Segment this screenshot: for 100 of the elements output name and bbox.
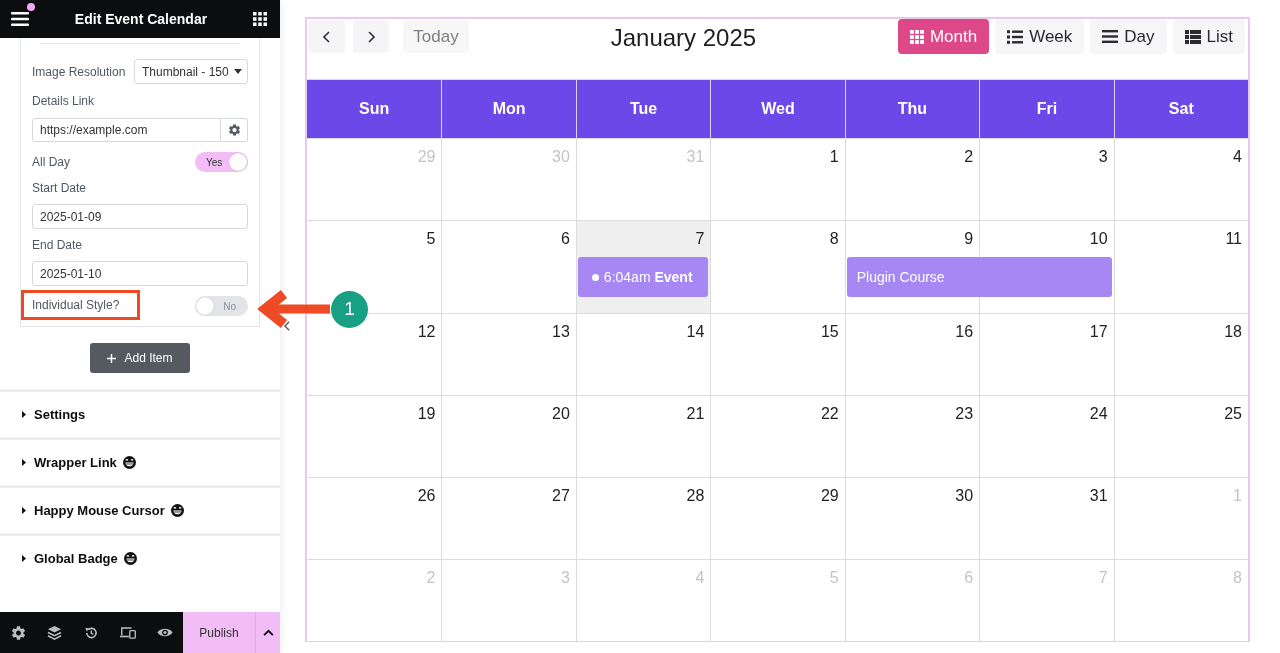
- day-number: 14: [686, 322, 705, 342]
- field-label: All Day: [32, 155, 70, 169]
- day-number: 17: [1089, 322, 1108, 342]
- field-label: End Date: [32, 238, 84, 252]
- day-number: 27: [552, 486, 570, 506]
- field-label: Image Resolution: [32, 64, 126, 79]
- day-number: 31: [1089, 486, 1108, 506]
- toggle-switch[interactable]: Yes: [195, 152, 248, 172]
- grid-icon: [909, 29, 924, 44]
- day-number: 20: [552, 404, 570, 424]
- view-button[interactable]: Month: [897, 19, 990, 54]
- day-number: 26: [417, 486, 436, 506]
- lines-icon: [1102, 30, 1119, 43]
- day-number: 28: [686, 486, 705, 506]
- day-number: 4: [695, 568, 705, 588]
- section-header[interactable]: Happy Mouse Cursor: [0, 485, 280, 533]
- day-number: 8: [829, 229, 839, 249]
- event-label: 6:04am Event: [603, 267, 693, 287]
- view-button[interactable]: Week: [995, 19, 1085, 54]
- day-number: 3: [1098, 147, 1108, 167]
- section-header[interactable]: Wrapper Link: [0, 437, 280, 485]
- day-number: 6: [560, 229, 570, 249]
- add-item-button[interactable]: Add Item: [90, 343, 190, 373]
- weekday-header: Sat: [1113, 80, 1248, 138]
- today-button[interactable]: Today: [403, 20, 469, 53]
- layers-icon[interactable]: [47, 625, 63, 640]
- day-number: 21: [686, 404, 705, 424]
- previous-month-button[interactable]: [308, 20, 345, 53]
- caret-right-icon: [22, 555, 26, 562]
- apps-grid-icon[interactable]: [253, 12, 267, 26]
- day-number: 6: [964, 568, 974, 588]
- day-number: 2: [964, 147, 974, 167]
- section-header[interactable]: Settings: [0, 389, 280, 437]
- day-number: 8: [1233, 568, 1242, 588]
- day-number: 12: [417, 322, 436, 342]
- day-number: 29: [820, 486, 839, 506]
- select-field[interactable]: Thumbnail - 150: [134, 59, 248, 84]
- panel-title: Edit Event Calendar: [74, 9, 208, 29]
- day-number: 31: [686, 147, 705, 167]
- weekday-header: Thu: [844, 80, 980, 138]
- day-number: 11: [1225, 229, 1242, 249]
- day-number: 3: [560, 568, 570, 588]
- weekday-header: Sun: [307, 80, 442, 138]
- day-number: 7: [695, 229, 705, 249]
- weekday-header: Fri: [979, 80, 1114, 138]
- collapse-panel-icon[interactable]: [284, 321, 290, 331]
- day-number: 7: [1098, 568, 1108, 588]
- day-number: 29: [417, 147, 436, 167]
- day-number: 13: [552, 322, 570, 342]
- chevron-right-icon: [367, 30, 375, 43]
- section-header[interactable]: Global Badge: [0, 533, 280, 581]
- day-number: 2: [426, 568, 436, 588]
- settings-icon[interactable]: [11, 625, 25, 640]
- table-list-icon: [1184, 29, 1201, 44]
- caret-right-icon: [22, 507, 26, 514]
- field-label: Start Date: [32, 181, 88, 195]
- menu-icon[interactable]: [11, 12, 29, 26]
- calendar-title: January 2025: [610, 23, 757, 53]
- day-number: 4: [1233, 147, 1242, 167]
- url-input[interactable]: https://example.com: [32, 118, 222, 142]
- day-number: 9: [964, 229, 974, 249]
- next-month-button[interactable]: [353, 20, 389, 53]
- day-number: 24: [1089, 404, 1108, 424]
- view-button[interactable]: List: [1172, 19, 1245, 54]
- weekday-header: Mon: [441, 80, 576, 138]
- date-input[interactable]: 2025-01-10: [32, 261, 248, 286]
- caret-down-icon: [234, 69, 242, 74]
- chevron-up-icon: [262, 629, 274, 636]
- day-number: 16: [955, 322, 974, 342]
- caret-right-icon: [22, 411, 26, 418]
- day-number: 15: [820, 322, 839, 342]
- link-options-button[interactable]: [221, 118, 248, 142]
- date-input[interactable]: 2025-01-09: [32, 204, 248, 229]
- day-number: 30: [955, 486, 974, 506]
- day-number: 5: [426, 229, 436, 249]
- chevron-left-icon: [323, 30, 330, 43]
- day-number: 10: [1089, 229, 1108, 249]
- publish-button[interactable]: Publish: [183, 612, 255, 653]
- day-number: 22: [820, 404, 839, 424]
- weekday-header: Wed: [710, 80, 845, 138]
- day-number: 5: [829, 568, 839, 588]
- day-number: 18: [1224, 322, 1242, 342]
- field-label: Individual Style?: [32, 298, 120, 312]
- day-number: 30: [552, 147, 570, 167]
- settings-icon: [228, 124, 240, 136]
- view-button[interactable]: Day: [1090, 19, 1167, 54]
- day-number: 1: [1233, 486, 1242, 506]
- caret-right-icon: [22, 459, 26, 466]
- plus-icon: [107, 353, 117, 363]
- day-number: 25: [1224, 404, 1242, 424]
- weekday-header: Tue: [575, 80, 711, 138]
- eye-icon[interactable]: [156, 627, 173, 638]
- devices-icon[interactable]: [120, 626, 137, 639]
- history-icon[interactable]: [84, 625, 99, 640]
- list-icon: [1007, 29, 1024, 44]
- field-label: Details Link: [32, 94, 96, 108]
- day-number: 23: [955, 404, 974, 424]
- day-number: 19: [417, 404, 436, 424]
- publish-options-button[interactable]: [255, 612, 280, 653]
- day-number: 1: [829, 147, 839, 167]
